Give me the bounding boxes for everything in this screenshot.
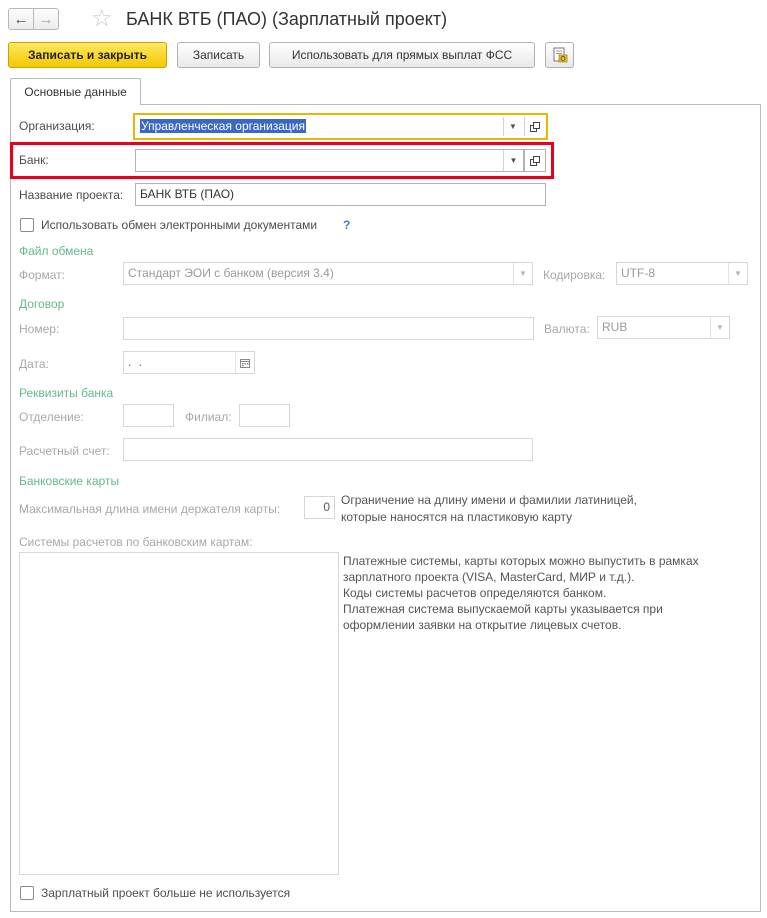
- open-window-icon: [530, 155, 540, 166]
- department-field[interactable]: [123, 404, 174, 427]
- calendar-icon[interactable]: [235, 352, 254, 373]
- report-button[interactable]: [545, 42, 574, 68]
- currency-dropdown-icon[interactable]: ▼: [710, 317, 729, 338]
- tab-main-data[interactable]: Основные данные: [10, 78, 141, 105]
- max-name-hint-line1: Ограничение на длину имени и фамилии лат…: [341, 493, 637, 507]
- currency-value: RUB: [602, 320, 628, 334]
- date-field[interactable]: . .: [123, 351, 255, 374]
- number-field[interactable]: [123, 317, 534, 340]
- number-label: Номер:: [19, 322, 60, 336]
- payment-hint-line1: Платежные системы, карты которых можно в…: [343, 554, 699, 568]
- contract-section: Договор: [19, 297, 65, 311]
- not-used-checkbox-label[interactable]: Зарплатный проект больше не используется: [41, 886, 290, 900]
- format-label: Формат:: [19, 268, 65, 282]
- forward-button[interactable]: →: [33, 8, 59, 30]
- payment-hint-line2: зарплатного проекта (VISA, MasterCard, М…: [343, 570, 635, 584]
- bank-label: Банк:: [19, 153, 49, 167]
- arrow-right-icon: →: [38, 10, 54, 28]
- cards-section: Банковские карты: [19, 474, 120, 488]
- organization-field[interactable]: Управленческая организация ▼: [133, 113, 548, 140]
- payment-systems-list[interactable]: [19, 552, 339, 875]
- payment-systems-label: Системы расчетов по банковским картам:: [19, 535, 253, 549]
- bank-field[interactable]: [135, 149, 524, 172]
- encoding-label: Кодировка:: [543, 268, 606, 282]
- bank-details-section: Реквизиты банка: [19, 386, 114, 400]
- format-dropdown-icon[interactable]: ▼: [513, 263, 532, 284]
- max-name-hint-line2: которые наносятся на пластиковую карту: [341, 510, 573, 524]
- payment-hint-line4: Платежная система выпускаемой карты указ…: [343, 602, 663, 616]
- format-field[interactable]: Стандарт ЭОИ с банком (версия 3.4) ▼: [123, 262, 533, 285]
- not-used-checkbox[interactable]: [20, 886, 34, 900]
- date-value: . .: [128, 355, 145, 369]
- currency-label: Валюта:: [544, 322, 590, 336]
- organization-open-icon[interactable]: [524, 117, 544, 136]
- department-label: Отделение:: [19, 410, 84, 424]
- max-name-length-label: Максимальная длина имени держателя карты…: [19, 502, 281, 516]
- payment-hint-line5: оформлении заявки на открытие лицевых сч…: [343, 618, 622, 632]
- currency-field[interactable]: RUB ▼: [597, 316, 730, 339]
- account-label: Расчетный счет:: [19, 444, 110, 458]
- organization-dropdown-icon[interactable]: ▼: [503, 117, 522, 136]
- help-icon[interactable]: ?: [343, 218, 350, 232]
- encoding-value: UTF-8: [621, 266, 655, 280]
- encoding-field[interactable]: UTF-8 ▼: [616, 262, 748, 285]
- arrow-left-icon: ←: [13, 10, 29, 28]
- save-and-close-button[interactable]: Записать и закрыть: [8, 42, 167, 68]
- project-name-label: Название проекта:: [19, 188, 124, 202]
- window-title: БАНК ВТБ (ПАО) (Зарплатный проект): [126, 9, 448, 29]
- organization-value: Управленческая организация: [140, 119, 306, 133]
- branch-field[interactable]: [239, 404, 290, 427]
- branch-label: Филиал:: [185, 410, 232, 424]
- report-icon: [553, 47, 567, 63]
- bank-dropdown-icon[interactable]: ▼: [503, 150, 523, 171]
- fss-direct-payments-button[interactable]: Использовать для прямых выплат ФСС: [269, 42, 535, 68]
- organization-label: Организация:: [19, 119, 95, 133]
- edo-checkbox[interactable]: [20, 218, 34, 232]
- bank-open-button[interactable]: [524, 149, 546, 172]
- save-button[interactable]: Записать: [177, 42, 260, 68]
- exchange-file-section: Файл обмена: [19, 244, 94, 258]
- edo-checkbox-label[interactable]: Использовать обмен электронными документ…: [41, 218, 317, 232]
- payment-hint-line3: Коды системы расчетов определяются банко…: [343, 586, 607, 600]
- date-label: Дата:: [19, 357, 49, 371]
- max-name-length-field[interactable]: 0: [304, 496, 335, 519]
- favorite-star-icon[interactable]: ☆: [91, 7, 113, 31]
- back-button[interactable]: ←: [8, 8, 34, 30]
- project-name-field[interactable]: БАНК ВТБ (ПАО): [135, 183, 546, 206]
- encoding-dropdown-icon[interactable]: ▼: [728, 263, 747, 284]
- format-value: Стандарт ЭОИ с банком (версия 3.4): [128, 266, 334, 280]
- account-field[interactable]: [123, 438, 533, 461]
